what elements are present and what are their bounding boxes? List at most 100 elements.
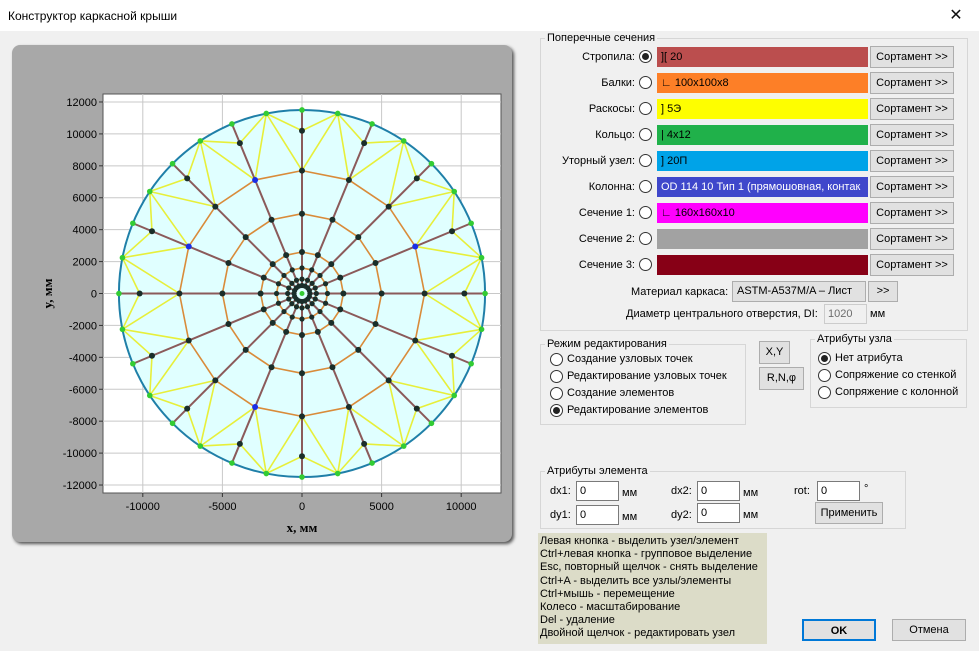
- rafter-node[interactable]: [299, 316, 305, 322]
- outer-node[interactable]: [229, 121, 235, 127]
- dy2-field[interactable]: 0: [697, 503, 740, 523]
- rafter-node[interactable]: [329, 364, 336, 371]
- rafter-node[interactable]: [236, 440, 243, 447]
- xy-button[interactable]: X,Y: [759, 341, 790, 364]
- rafter-node[interactable]: [324, 290, 331, 297]
- rafter-node[interactable]: [449, 228, 456, 235]
- rafter-node[interactable]: [413, 405, 420, 412]
- edit-mode-radio[interactable]: [550, 370, 563, 383]
- rafter-node[interactable]: [372, 259, 379, 266]
- rafter-node[interactable]: [312, 296, 318, 302]
- node-attr-radio[interactable]: [818, 386, 831, 399]
- cancel-button[interactable]: Отмена: [892, 619, 966, 641]
- rafter-node[interactable]: [242, 234, 249, 241]
- rafter-node[interactable]: [328, 261, 335, 268]
- rafter-node[interactable]: [413, 175, 420, 182]
- rafter-node[interactable]: [328, 319, 335, 326]
- section-radio[interactable]: [639, 76, 652, 89]
- section-radio[interactable]: [639, 180, 652, 193]
- dy1-field[interactable]: 0: [576, 505, 619, 525]
- close-icon[interactable]: ✕: [933, 0, 979, 31]
- rafter-node[interactable]: [309, 280, 315, 286]
- rafter-node[interactable]: [289, 301, 295, 307]
- section-value[interactable]: [657, 255, 868, 275]
- rafter-node[interactable]: [345, 404, 352, 411]
- outer-node[interactable]: [130, 360, 136, 367]
- section-radio[interactable]: [639, 50, 652, 63]
- section-radio[interactable]: [639, 258, 652, 271]
- rafter-node[interactable]: [385, 377, 392, 384]
- rafter-node[interactable]: [212, 203, 219, 210]
- sortament-button[interactable]: Сортамент >>: [870, 72, 954, 94]
- section-radio[interactable]: [639, 206, 652, 219]
- section-value[interactable]: | 4x12: [657, 125, 868, 145]
- outer-node[interactable]: [146, 188, 153, 195]
- rafter-node[interactable]: [275, 281, 282, 287]
- section-radio[interactable]: [639, 128, 652, 141]
- rafter-node[interactable]: [148, 352, 155, 359]
- outer-node[interactable]: [451, 392, 458, 399]
- rafter-node[interactable]: [314, 252, 321, 259]
- rafter-node[interactable]: [225, 321, 232, 328]
- rafter-node[interactable]: [299, 331, 305, 338]
- rafter-node[interactable]: [273, 290, 280, 297]
- rafter-node[interactable]: [361, 140, 368, 147]
- outer-node[interactable]: [400, 443, 407, 449]
- section-radio[interactable]: [639, 232, 652, 245]
- section-value[interactable]: ] 20П: [657, 151, 868, 171]
- rafter-node[interactable]: [449, 352, 456, 359]
- outer-node[interactable]: [116, 290, 122, 297]
- node-attr-radio[interactable]: [818, 352, 831, 365]
- outer-node[interactable]: [169, 160, 176, 167]
- rafter-node[interactable]: [289, 280, 295, 286]
- rafter-node[interactable]: [257, 290, 264, 297]
- rafter-node[interactable]: [299, 249, 305, 256]
- rafter-node[interactable]: [313, 290, 319, 297]
- outer-node[interactable]: [400, 138, 407, 144]
- outer-node[interactable]: [478, 326, 485, 333]
- rafter-node[interactable]: [412, 337, 419, 344]
- outer-node[interactable]: [263, 470, 270, 477]
- outer-node[interactable]: [197, 443, 204, 449]
- rafter-node[interactable]: [421, 290, 428, 297]
- rafter-node[interactable]: [185, 337, 192, 344]
- center-node[interactable]: [299, 291, 305, 296]
- outer-node[interactable]: [428, 160, 435, 167]
- outer-node[interactable]: [197, 138, 204, 144]
- rafter-node[interactable]: [269, 261, 276, 268]
- outer-node[interactable]: [299, 107, 305, 113]
- outer-node[interactable]: [334, 110, 341, 117]
- section-value[interactable]: ][ 20: [657, 47, 868, 67]
- rafter-node[interactable]: [412, 243, 419, 250]
- outer-node[interactable]: [369, 121, 375, 127]
- rafter-node[interactable]: [236, 140, 243, 147]
- rafter-node[interactable]: [281, 308, 287, 315]
- rafter-node[interactable]: [309, 301, 315, 307]
- rafter-node[interactable]: [252, 404, 259, 411]
- section-value[interactable]: ] 5Э: [657, 99, 868, 119]
- rafter-node[interactable]: [299, 453, 305, 460]
- rafter-node[interactable]: [299, 305, 305, 311]
- sortament-button[interactable]: Сортамент >>: [870, 254, 954, 276]
- rafter-node[interactable]: [289, 267, 295, 273]
- outer-node[interactable]: [169, 420, 176, 427]
- rafter-node[interactable]: [299, 370, 305, 377]
- node-attr-radio[interactable]: [818, 369, 831, 382]
- outer-node[interactable]: [478, 254, 485, 261]
- rafter-node[interactable]: [285, 290, 291, 297]
- rafter-node[interactable]: [283, 328, 290, 335]
- sortament-button[interactable]: Сортамент >>: [870, 150, 954, 172]
- ok-button[interactable]: OK: [802, 619, 876, 641]
- outer-node[interactable]: [119, 326, 126, 333]
- rafter-node[interactable]: [212, 377, 219, 384]
- rafter-node[interactable]: [304, 277, 311, 283]
- section-value[interactable]: ∟ 100x100x8: [657, 73, 868, 93]
- rafter-node[interactable]: [378, 290, 385, 297]
- rafter-node[interactable]: [317, 308, 323, 315]
- rafter-node[interactable]: [269, 319, 276, 326]
- rafter-node[interactable]: [372, 321, 379, 328]
- rafter-node[interactable]: [337, 274, 344, 281]
- outer-node[interactable]: [468, 360, 474, 367]
- rafter-node[interactable]: [252, 176, 259, 183]
- rafter-node[interactable]: [299, 276, 305, 282]
